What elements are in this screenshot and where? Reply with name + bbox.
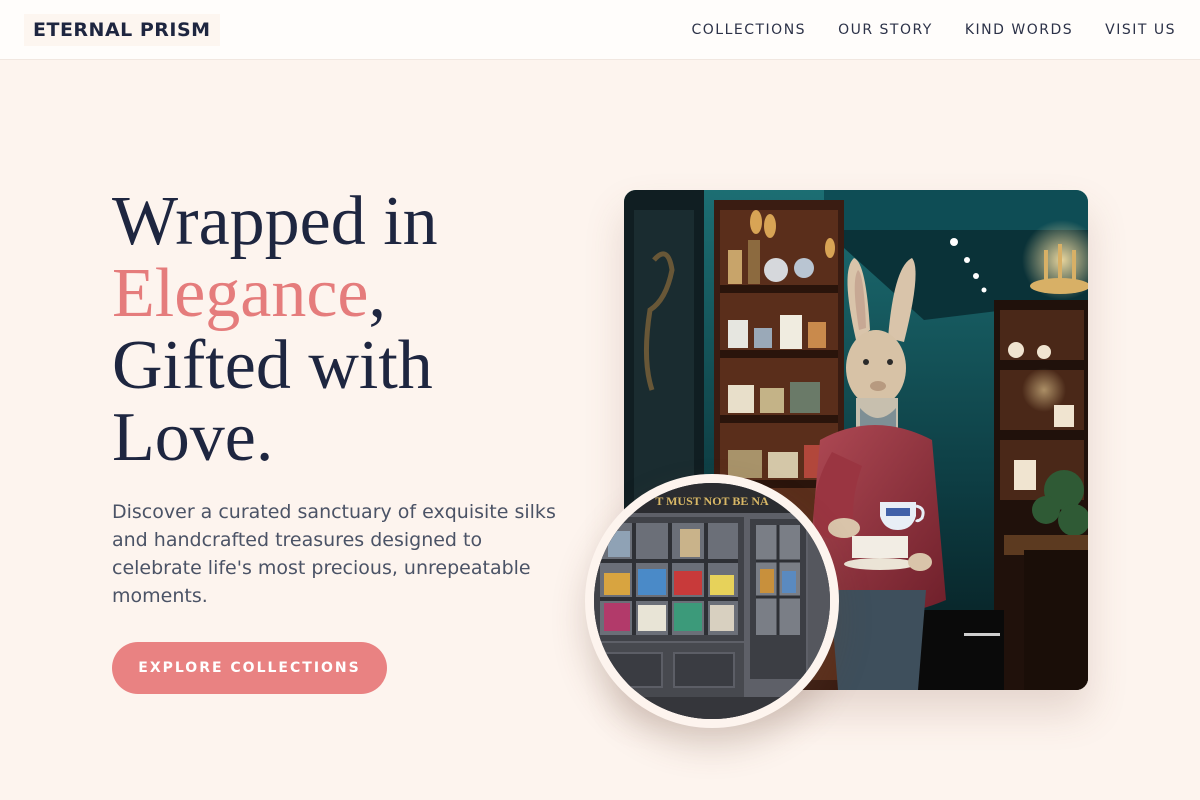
hero-heading-accent: Elegance bbox=[112, 255, 369, 332]
hero-heading-comma: , bbox=[368, 255, 386, 332]
storefront-illustration: T MUST NOT BE NA bbox=[594, 483, 830, 719]
storefront-circle-photo: T MUST NOT BE NA bbox=[585, 474, 839, 728]
explore-collections-button[interactable]: EXPLORE COLLECTIONS bbox=[112, 642, 387, 694]
main-navigation: COLLECTIONS OUR STORY KIND WORDS VISIT U… bbox=[691, 0, 1176, 60]
hero-heading-line3: Gifted with bbox=[112, 327, 433, 404]
nav-link-collections[interactable]: COLLECTIONS bbox=[691, 22, 806, 38]
hero-heading-line4: Love. bbox=[112, 399, 274, 476]
storefront-sign: T MUST NOT BE NA bbox=[655, 494, 769, 508]
nav-link-our-story[interactable]: OUR STORY bbox=[838, 22, 933, 38]
hero-description: Discover a curated sanctuary of exquisit… bbox=[112, 501, 556, 607]
nav-link-kind-words[interactable]: KIND WORDS bbox=[965, 22, 1073, 38]
hero-heading-line1: Wrapped in bbox=[112, 183, 438, 260]
nav-link-visit-us[interactable]: VISIT US bbox=[1105, 22, 1176, 38]
top-navbar: ETERNAL PRISM COLLECTIONS OUR STORY KIND… bbox=[0, 0, 1200, 60]
hero-heading: Wrapped in Elegance, Gifted with Love. bbox=[112, 186, 582, 474]
brand-logo[interactable]: ETERNAL PRISM bbox=[24, 14, 220, 46]
